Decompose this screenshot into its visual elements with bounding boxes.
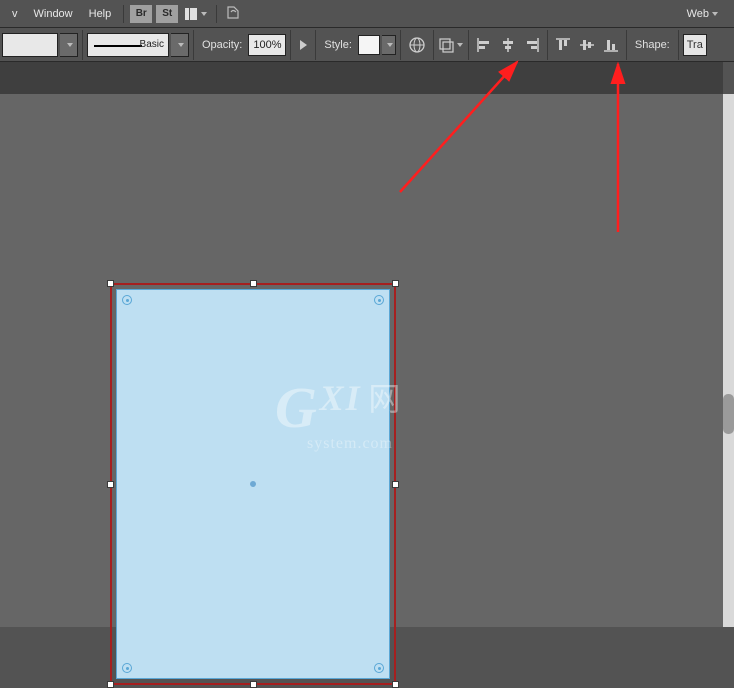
chevron-down-icon bbox=[712, 12, 718, 16]
corner-radius-handle-tr[interactable] bbox=[374, 295, 384, 305]
resize-handle-br[interactable] bbox=[392, 681, 399, 688]
options-separator bbox=[290, 30, 291, 60]
chevron-down-icon bbox=[67, 43, 73, 47]
shape-label: Shape: bbox=[635, 39, 670, 51]
options-separator bbox=[82, 30, 83, 60]
stroke-style-name: Basic bbox=[140, 39, 164, 50]
next-preset-button[interactable] bbox=[295, 34, 311, 56]
resize-handle-tr[interactable] bbox=[392, 280, 399, 287]
opacity-input[interactable]: 100% bbox=[248, 34, 286, 56]
shape-center-point[interactable] bbox=[250, 481, 256, 487]
options-separator bbox=[468, 30, 469, 60]
cloud-docs-button[interactable] bbox=[222, 3, 246, 25]
style-swatch[interactable] bbox=[358, 35, 380, 55]
resize-handle-ml[interactable] bbox=[107, 481, 114, 488]
align-right-icon bbox=[524, 37, 540, 53]
cloud-doc-icon bbox=[225, 4, 243, 23]
align-bottom-icon bbox=[603, 37, 619, 53]
stroke-style-dropdown[interactable] bbox=[171, 33, 189, 57]
selected-rectangle-shape[interactable] bbox=[110, 283, 396, 685]
menu-help[interactable]: Help bbox=[81, 4, 120, 24]
stroke-line-icon bbox=[94, 45, 142, 47]
align-right-button[interactable] bbox=[521, 33, 543, 57]
transform-button-truncated[interactable]: Tra bbox=[683, 34, 707, 56]
stock-icon: St bbox=[156, 5, 178, 23]
bridge-icon: Br bbox=[130, 5, 152, 23]
align-left-icon bbox=[476, 37, 492, 53]
bridge-button[interactable]: Br bbox=[129, 3, 153, 25]
align-v-center-button[interactable] bbox=[576, 33, 598, 57]
resize-handle-tl[interactable] bbox=[107, 280, 114, 287]
align-bottom-button[interactable] bbox=[600, 33, 622, 57]
menu-separator bbox=[216, 5, 217, 23]
corner-radius-handle-br[interactable] bbox=[374, 663, 384, 673]
scrollbar-thumb[interactable] bbox=[723, 394, 734, 434]
layout-mode-button[interactable] bbox=[181, 3, 211, 25]
stroke-style-preview[interactable]: Basic bbox=[87, 33, 169, 57]
resize-handle-bl[interactable] bbox=[107, 681, 114, 688]
opacity-label: Opacity: bbox=[202, 39, 242, 51]
menu-bar-right: Web bbox=[681, 4, 730, 24]
corner-radius-handle-tl[interactable] bbox=[122, 295, 132, 305]
vertical-scrollbar[interactable] bbox=[723, 94, 734, 627]
align-left-button[interactable] bbox=[473, 33, 495, 57]
style-label: Style: bbox=[324, 39, 352, 51]
chevron-down-icon bbox=[178, 43, 184, 47]
options-bar: Basic Opacity: 100% Style: bbox=[0, 28, 734, 62]
chevron-down-icon bbox=[387, 43, 393, 47]
options-separator bbox=[547, 30, 548, 60]
document-tab-strip bbox=[0, 62, 723, 94]
layout-columns-icon bbox=[185, 8, 198, 20]
fill-swatch[interactable] bbox=[2, 33, 58, 57]
resize-handle-bm[interactable] bbox=[250, 681, 257, 688]
menu-separator bbox=[123, 5, 124, 23]
align-vcenter-icon bbox=[579, 37, 595, 53]
canvas-area[interactable]: G XI 网 system.com bbox=[0, 94, 734, 627]
arrange-menu-button[interactable] bbox=[438, 33, 464, 57]
triangle-right-icon bbox=[300, 40, 307, 50]
resize-handle-mr[interactable] bbox=[392, 481, 399, 488]
options-separator bbox=[626, 30, 627, 60]
style-swatch-dropdown[interactable] bbox=[382, 35, 396, 55]
stack-icon bbox=[438, 37, 456, 53]
align-hcenter-icon bbox=[500, 37, 516, 53]
align-top-button[interactable] bbox=[552, 33, 574, 57]
globe-icon bbox=[408, 36, 426, 54]
options-separator bbox=[400, 30, 401, 60]
workspace-switcher[interactable]: Web bbox=[681, 4, 724, 24]
align-h-center-button[interactable] bbox=[497, 33, 519, 57]
options-separator bbox=[193, 30, 194, 60]
stock-button[interactable]: St bbox=[155, 3, 179, 25]
menu-bar: v Window Help Br St Web bbox=[0, 0, 734, 28]
options-separator bbox=[678, 30, 679, 60]
menu-window[interactable]: Window bbox=[26, 4, 81, 24]
color-profile-button[interactable] bbox=[405, 33, 429, 57]
options-separator bbox=[315, 30, 316, 60]
resize-handle-tm[interactable] bbox=[250, 280, 257, 287]
align-top-icon bbox=[555, 37, 571, 53]
workspace-label: Web bbox=[687, 8, 709, 20]
fill-swatch-dropdown[interactable] bbox=[60, 33, 78, 57]
corner-radius-handle-bl[interactable] bbox=[122, 663, 132, 673]
options-separator bbox=[433, 30, 434, 60]
chevron-down-icon bbox=[457, 43, 463, 47]
chevron-down-icon bbox=[201, 12, 207, 16]
menu-view-truncated[interactable]: v bbox=[4, 4, 26, 24]
